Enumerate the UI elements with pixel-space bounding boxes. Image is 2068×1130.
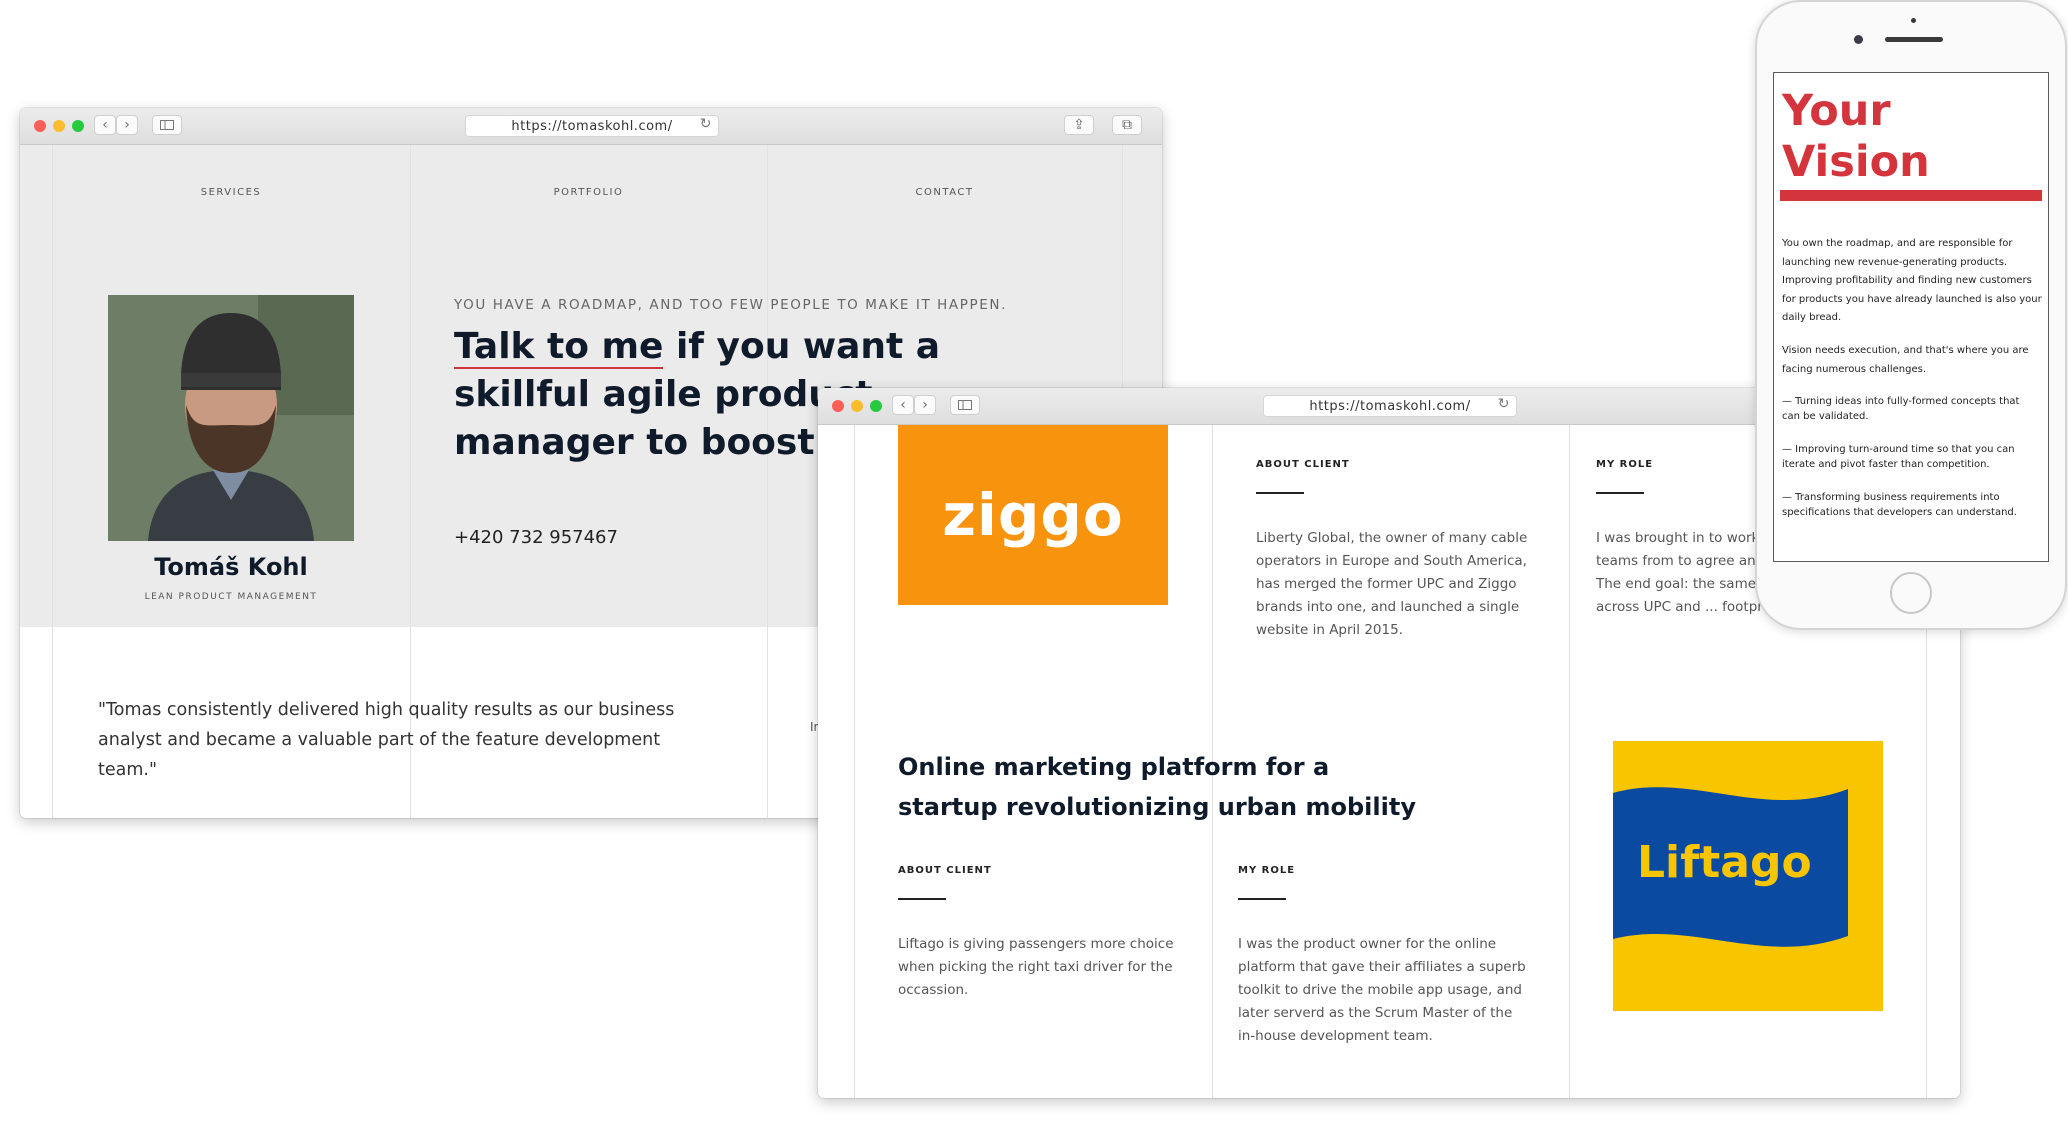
nav-contact[interactable]: CONTACT [767,187,1122,198]
liftago-about-text: Liftago is giving passengers more choice… [898,936,1174,998]
my-role-label: MY ROLE [1596,459,1654,470]
grid-line [854,425,855,1098]
nav-portfolio[interactable]: PORTFOLIO [410,187,767,198]
section-divider [898,898,946,900]
back-icon[interactable]: ‹ [94,115,116,135]
sidebar-icon[interactable] [152,115,182,135]
minimize-window-icon[interactable] [53,120,65,132]
browser-toolbar: ‹ › https://tomaskohl.com/ ↻ ⇪ ⧉ [20,108,1162,145]
grid-line [1569,425,1570,1098]
phone-paragraph-2: Vision needs execution, and that's where… [1782,345,2029,375]
profile-role: LEAN PRODUCT MANAGEMENT [144,592,318,602]
testimonial-quote: "Tomas consistently delivered high quali… [98,700,675,780]
reload-icon[interactable]: ↻ [700,116,712,132]
front-camera-icon [1854,35,1863,44]
address-bar[interactable]: https://tomaskohl.com/ ↻ [1263,395,1517,417]
close-window-icon[interactable] [34,120,46,132]
liftago-logo-text: Liftago [1637,837,1812,888]
headline-highlight[interactable]: Talk to me [454,326,664,369]
url-text: https://tomaskohl.com/ [511,118,673,134]
share-icon[interactable]: ⇪ [1064,115,1094,135]
phone-title-line2: Vision [1782,137,1930,187]
title-underline [1780,190,2042,201]
phone-screen: Your Vision You own the roadmap, and are… [1773,72,2049,562]
phone-bullet-1: — Turning ideas into fully-formed concep… [1782,396,2020,422]
about-client-label: ABOUT CLIENT [898,865,992,876]
nav-services[interactable]: SERVICES [52,187,410,198]
section-divider [1238,898,1286,900]
ziggo-logo-text: ziggo [942,481,1124,549]
ziggo-about-text: Liberty Global, the owner of many cable … [1256,530,1528,638]
section-divider [1596,492,1644,494]
earpiece [1885,37,1943,42]
about-client-label: ABOUT CLIENT [1256,459,1350,470]
sidebar-icon[interactable] [950,395,980,415]
profile-name: Tomáš Kohl [154,553,308,581]
phone-title-line1: Your [1782,86,1891,136]
grid-line [52,145,53,818]
home-button[interactable] [1890,572,1932,614]
close-window-icon[interactable] [832,400,844,412]
maximize-window-icon[interactable] [72,120,84,132]
phone-number[interactable]: +420 732 957467 [454,527,618,548]
hero-tagline: YOU HAVE A ROADMAP, AND TOO FEW PEOPLE T… [454,297,1007,313]
mobile-phone: Your Vision You own the roadmap, and are… [1755,0,2067,630]
project-title: Online marketing platform for a startup … [898,753,1416,821]
my-role-label: MY ROLE [1238,865,1296,876]
profile-photo [108,295,354,541]
phone-bullet-2: — Improving turn-around time so that you… [1782,444,2015,470]
back-icon[interactable]: ‹ [892,395,914,415]
address-bar[interactable]: https://tomaskohl.com/ ↻ [465,115,719,137]
maximize-window-icon[interactable] [870,400,882,412]
forward-icon[interactable]: › [914,395,936,415]
minimize-window-icon[interactable] [851,400,863,412]
url-text: https://tomaskohl.com/ [1309,398,1471,414]
forward-icon[interactable]: › [116,115,138,135]
grid-line [767,145,768,818]
phone-paragraph-1: You own the roadmap, and are responsible… [1782,238,2042,323]
reload-icon[interactable]: ↻ [1498,396,1510,412]
liftago-logo: Liftago [1613,741,1883,1011]
liftago-role-text: I was the product owner for the online p… [1238,936,1526,1044]
phone-bullet-3: — Transforming business requirements int… [1782,492,2017,518]
proximity-sensor [1911,18,1916,23]
tabs-icon[interactable]: ⧉ [1112,115,1142,135]
section-divider [1256,492,1304,494]
ziggo-logo: ziggo [898,425,1168,605]
